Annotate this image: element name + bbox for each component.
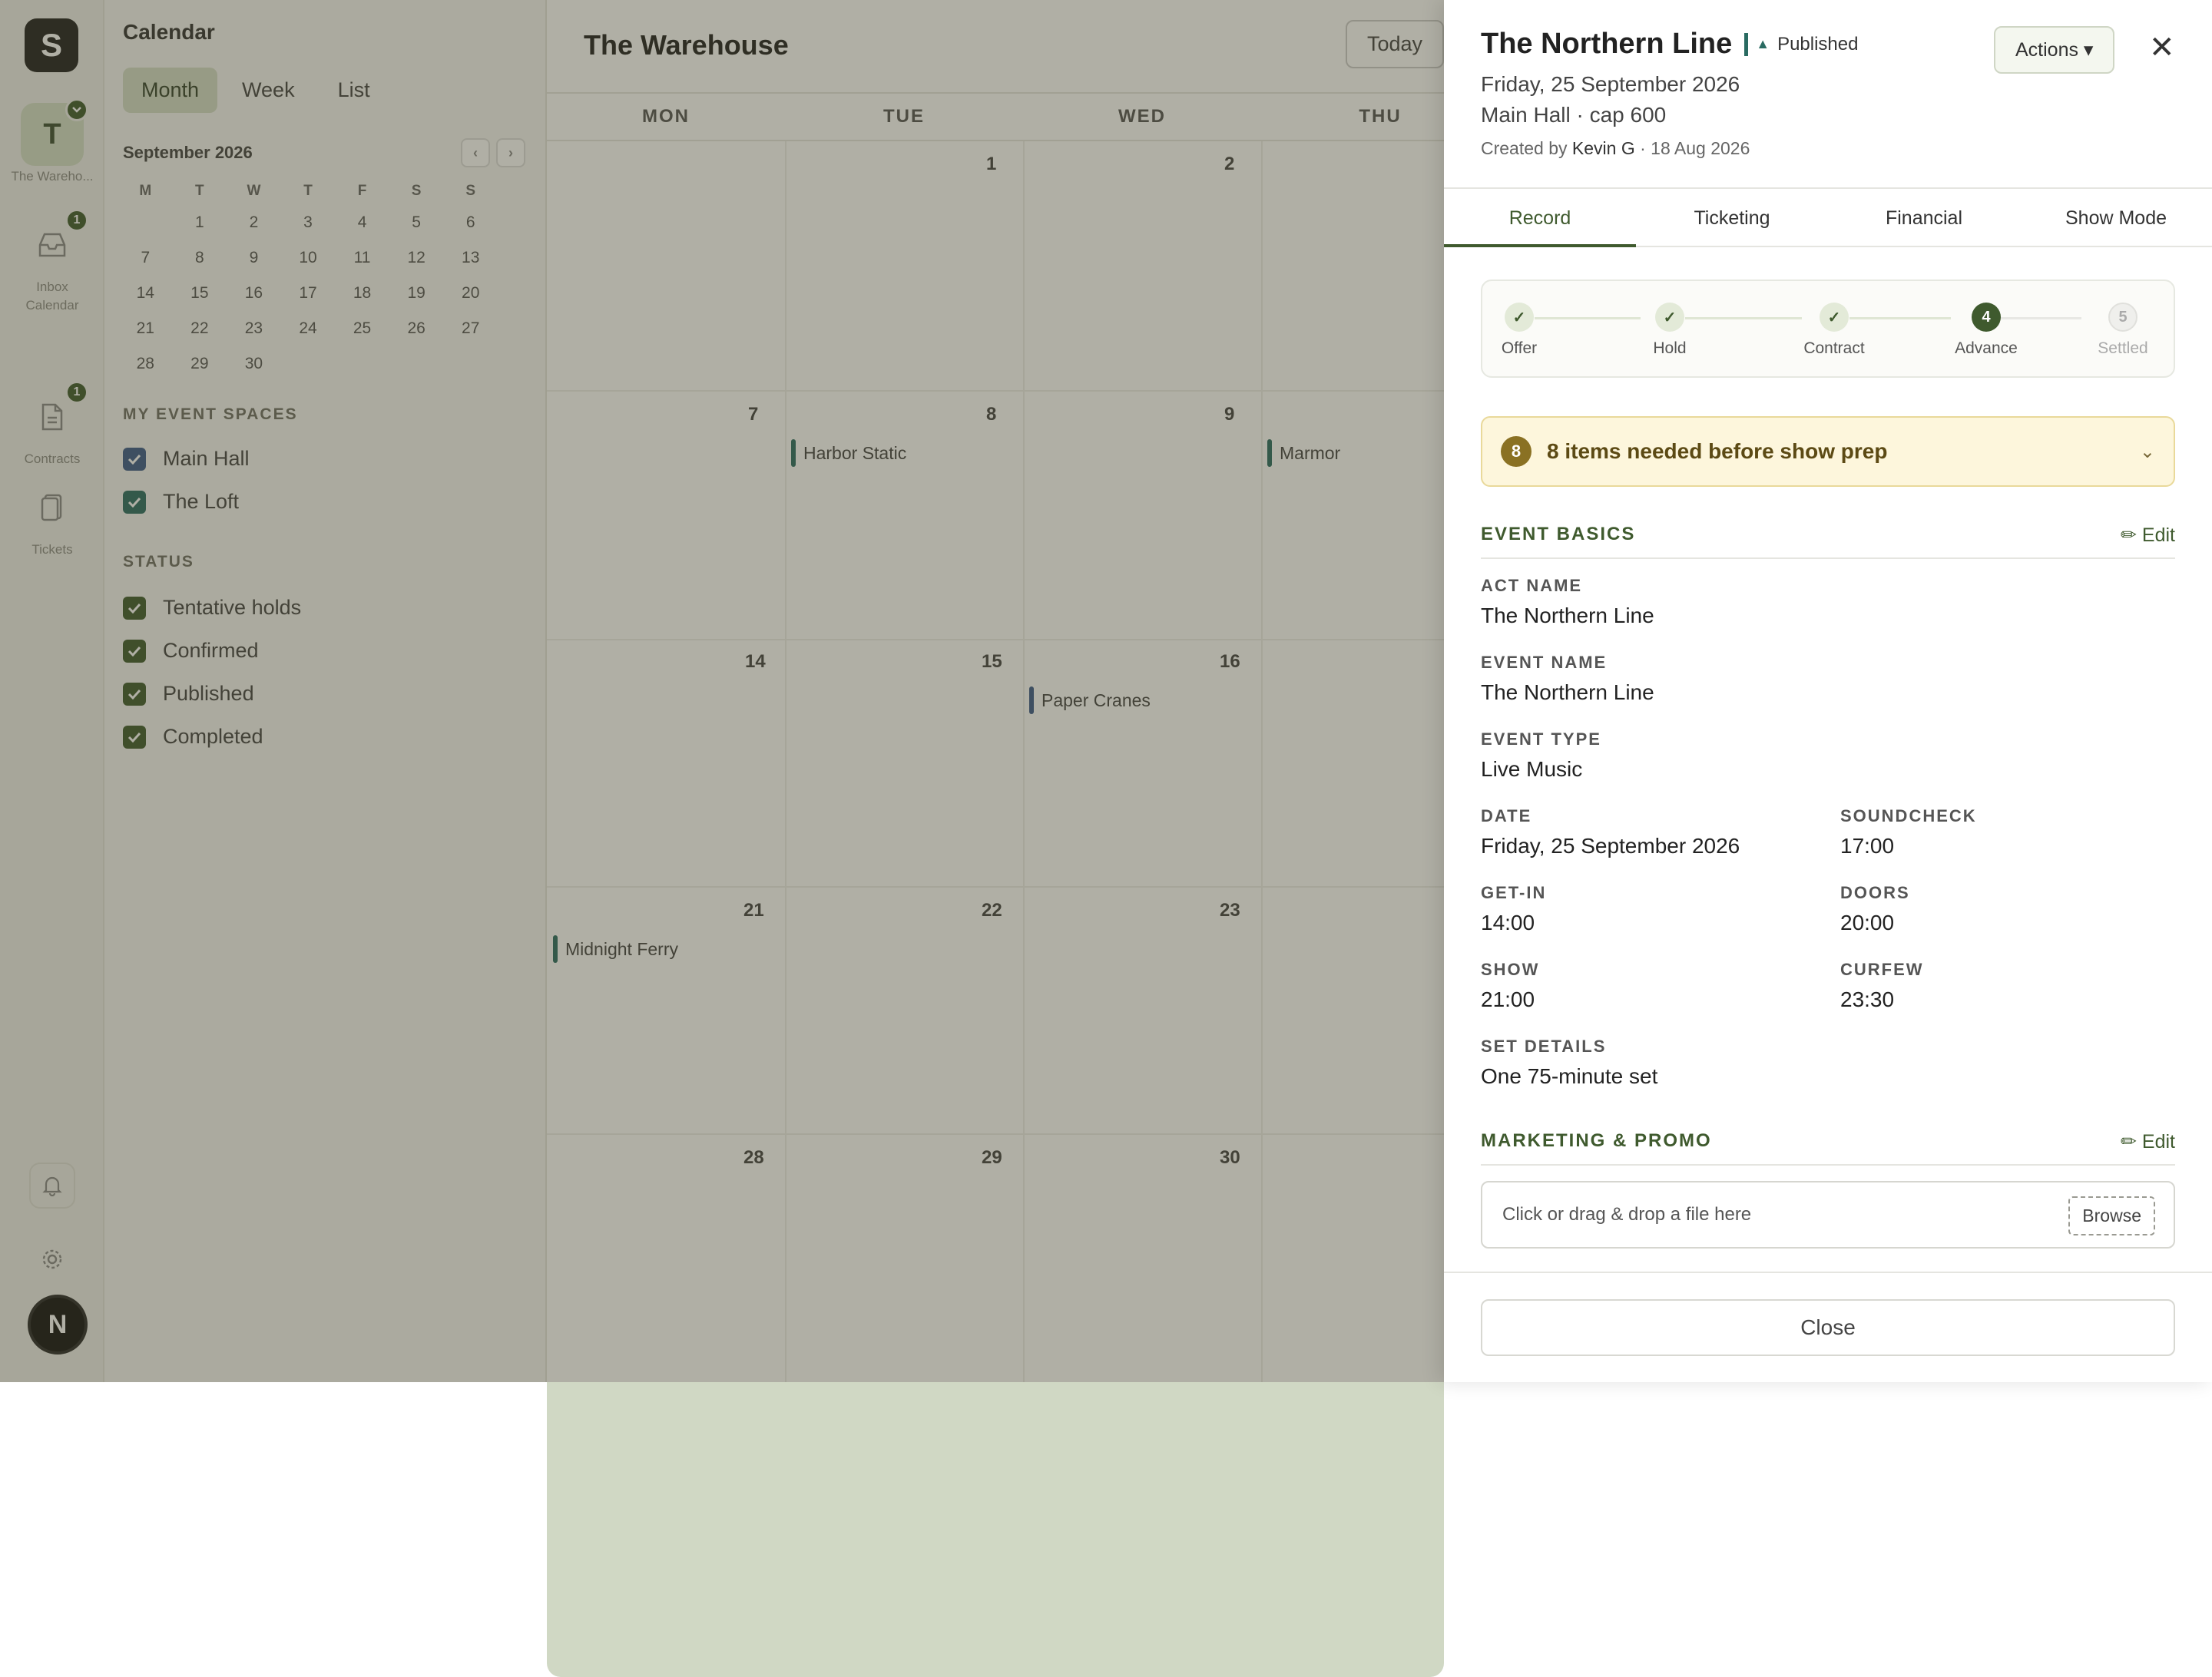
field-label: ACT NAME	[1481, 576, 1583, 595]
field-curfew: CURFEW 23:30	[1840, 960, 1924, 1012]
drawer-tabs: Record Ticketing Financial Show Mode	[1444, 187, 2212, 247]
modal-backdrop[interactable]	[0, 0, 1444, 1382]
field-label: SET DETAILS	[1481, 1037, 1607, 1056]
tab-record[interactable]: Record	[1444, 189, 1636, 247]
step-number: 5	[2108, 303, 2137, 332]
step-label: Hold	[1653, 339, 1687, 357]
field-label: SHOW	[1481, 960, 1540, 979]
section-title: EVENT BASICS	[1481, 524, 1636, 544]
field-label: CURFEW	[1840, 960, 1924, 979]
status-bar	[1744, 32, 1749, 56]
created-date: · 18 Aug 2026	[1640, 138, 1750, 158]
field-label: EVENT TYPE	[1481, 729, 1601, 749]
status-label: Published	[1777, 33, 1859, 55]
alert-count-badge: 8	[1501, 436, 1532, 467]
field-soundcheck: SOUNDCHECK 17:00	[1840, 806, 1977, 858]
event-venue: Main Hall · cap 600	[1481, 103, 1667, 127]
field-label: DATE	[1481, 806, 1532, 825]
created-by: Kevin G	[1571, 138, 1635, 158]
edit-marketing-button[interactable]: ✏ Edit	[2121, 1130, 2175, 1153]
step-advance: 4 Advance	[1940, 303, 2032, 358]
field-doors: DOORS 20:00	[1840, 883, 1910, 935]
tab-financial[interactable]: Financial	[1828, 189, 2020, 246]
field-value: Live Music	[1481, 757, 1583, 781]
field-value: 17:00	[1840, 834, 1895, 858]
step-number: 4	[1972, 303, 2001, 332]
dropzone-text: Click or drag & drop a file here	[1502, 1204, 1752, 1225]
field-value: The Northern Line	[1481, 604, 1654, 627]
edit-basics-button[interactable]: ✏ Edit	[2121, 524, 2175, 547]
section-title: MARKETING & PROMO	[1481, 1130, 1712, 1151]
alert-text: 8 items needed before show prep	[1547, 439, 1888, 463]
event-date: Friday, 25 September 2026	[1481, 72, 1740, 96]
check-icon: ✓	[1820, 303, 1849, 332]
field-date: DATE Friday, 25 September 2026	[1481, 806, 1740, 858]
status-badge: ▲ Published	[1744, 32, 1859, 56]
close-button[interactable]: Close	[1481, 1299, 2175, 1356]
step-label: Contract	[1803, 339, 1865, 357]
field-value: The Northern Line	[1481, 680, 1654, 704]
step-offer: ✓ Offer	[1473, 303, 1565, 358]
check-icon: ✓	[1505, 303, 1534, 332]
chevron-down-icon[interactable]: ⌄	[2140, 441, 2155, 463]
event-title: The Northern Line	[1481, 28, 1733, 60]
tab-show-mode[interactable]: Show Mode	[2020, 189, 2212, 246]
marketing-header: MARKETING & PROMO ✏ Edit	[1481, 1130, 2175, 1166]
tab-ticketing[interactable]: Ticketing	[1636, 189, 1828, 246]
field-event-type: EVENT TYPE Live Music	[1481, 729, 1601, 782]
field-label: GET-IN	[1481, 883, 1547, 902]
field-value: 14:00	[1481, 911, 1535, 934]
event-basics-header: EVENT BASICS ✏ Edit	[1481, 524, 2175, 559]
field-value: 20:00	[1840, 911, 1895, 934]
field-label: EVENT NAME	[1481, 653, 1608, 672]
step-label: Offer	[1501, 339, 1538, 357]
step-label: Settled	[2098, 339, 2148, 357]
field-act-name: ACT NAME The Northern Line	[1481, 576, 1654, 628]
step-label: Advance	[1955, 339, 2018, 357]
event-detail-drawer: The Northern Line ▲ Published Friday, 25…	[1444, 0, 2212, 1382]
field-value: 21:00	[1481, 987, 1535, 1011]
actions-menu-button[interactable]: Actions ▾	[1994, 26, 2115, 74]
created-meta: Created by Kevin G · 18 Aug 2026	[1481, 138, 1750, 159]
check-icon: ✓	[1655, 303, 1684, 332]
file-dropzone[interactable]: Click or drag & drop a file here Browse	[1481, 1181, 2175, 1249]
close-icon[interactable]: ✕	[2149, 32, 2175, 63]
step-hold: ✓ Hold	[1624, 303, 1716, 358]
step-contract: ✓ Contract	[1788, 303, 1880, 358]
created-prefix: Created by	[1481, 138, 1568, 158]
step-settled: 5 Settled	[2077, 303, 2169, 358]
triangle-up-icon: ▲	[1756, 36, 1770, 51]
browse-button[interactable]: Browse	[2068, 1196, 2155, 1235]
field-value: 23:30	[1840, 987, 1895, 1011]
field-event-name: EVENT NAME The Northern Line	[1481, 653, 1654, 705]
field-label: SOUNDCHECK	[1840, 806, 1977, 825]
field-label: DOORS	[1840, 883, 1910, 902]
field-value: Friday, 25 September 2026	[1481, 834, 1740, 858]
prep-items-alert[interactable]: 8 8 items needed before show prep ⌄	[1481, 416, 2175, 487]
field-show: SHOW 21:00	[1481, 960, 1539, 1012]
field-value: One 75-minute set	[1481, 1064, 1658, 1088]
progress-stepper: ✓ Offer ✓ Hold ✓ Contract 4 Advance 5 Se…	[1481, 280, 2175, 378]
event-title-row: The Northern Line ▲ Published	[1481, 28, 1858, 61]
field-get-in: GET-IN 14:00	[1481, 883, 1546, 935]
field-set-details: SET DETAILS One 75-minute set	[1481, 1037, 1657, 1089]
drawer-footer: Close	[1444, 1272, 2212, 1382]
